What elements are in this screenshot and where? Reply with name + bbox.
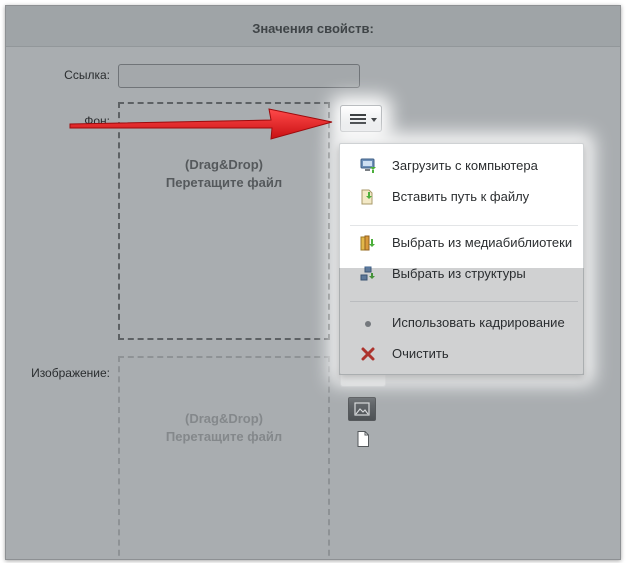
menu-item-choose-from-medialib[interactable]: Выбрать из медиабиблиотеки xyxy=(340,229,583,257)
image-icon xyxy=(354,402,370,416)
clear-x-icon xyxy=(361,347,375,361)
link-input[interactable] xyxy=(118,64,360,88)
menu-item-insert-file-path[interactable]: Вставить путь к файлу xyxy=(340,183,583,211)
dropzone-hint-drop-file: Перетащите файл xyxy=(165,175,283,190)
menu-item-label: Загрузить с компьютера xyxy=(392,158,538,173)
image-dropzone[interactable]: (Drag&Drop) Перетащите файл xyxy=(118,356,330,559)
image-label: Изображение: xyxy=(31,366,110,380)
menu-item-label: Использовать кадрирование xyxy=(392,315,565,330)
menu-item-label: Вставить путь к файлу xyxy=(392,189,530,204)
panel-title: Значения свойств: xyxy=(6,6,620,47)
dropzone-hint-dragdrop: (Drag&Drop) xyxy=(185,411,263,426)
hamburger-icon xyxy=(350,114,366,124)
dropzone-hint-dragdrop: (Drag&Drop) xyxy=(185,157,263,172)
menu-toggle-button[interactable] xyxy=(340,105,382,132)
menu-item-use-cropping[interactable]: Использовать кадрирование xyxy=(340,309,583,337)
menu-item-label: Выбрать из структуры xyxy=(392,266,526,281)
caret-down-icon xyxy=(371,118,377,122)
menu-separator xyxy=(350,225,578,226)
properties-panel: Значения свойств: Ссылка: Фон: (Drag&Dro… xyxy=(5,5,621,560)
computer-upload-icon xyxy=(360,158,376,173)
menu-item-choose-from-structure[interactable]: Выбрать из структуры xyxy=(340,260,583,288)
red-arrow-annotation xyxy=(69,108,333,140)
link-label: Ссылка: xyxy=(64,68,110,82)
menu-item-upload-from-computer[interactable]: Загрузить с компьютера xyxy=(340,152,583,180)
menu-item-label: Выбрать из медиабиблиотеки xyxy=(392,235,573,250)
media-library-icon xyxy=(360,235,375,251)
dropzone-hint-drop-file: Перетащите файл xyxy=(165,429,283,444)
image-preview-button[interactable] xyxy=(348,397,376,421)
file-path-icon xyxy=(361,189,373,205)
structure-icon xyxy=(360,266,375,281)
menu-item-label: Очистить xyxy=(392,346,449,361)
crop-dot-icon xyxy=(365,321,371,327)
file-source-menu: Загрузить с компьютера Вставить путь к ф… xyxy=(339,143,584,375)
menu-separator xyxy=(350,301,578,302)
file-icon[interactable] xyxy=(357,431,369,447)
menu-item-clear[interactable]: Очистить xyxy=(340,340,583,368)
